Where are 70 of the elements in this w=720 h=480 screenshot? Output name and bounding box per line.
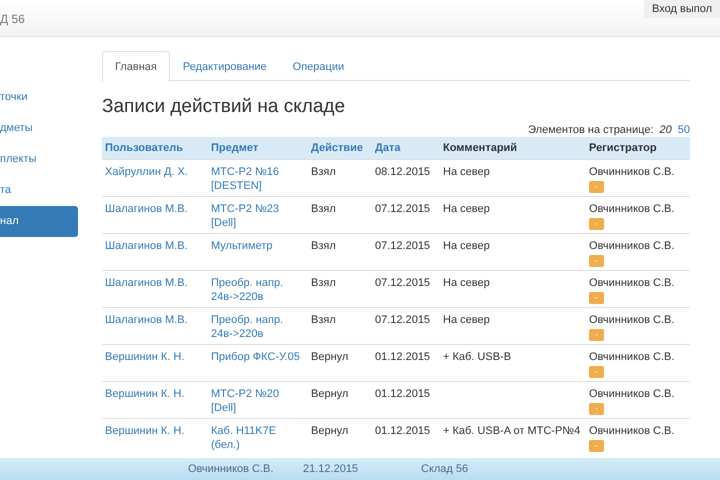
user-link[interactable]: Вершинин К. Н. bbox=[102, 418, 208, 455]
login-button[interactable]: Вход выпол bbox=[644, 0, 720, 18]
page-size-option[interactable]: 20 bbox=[660, 124, 672, 136]
table-cell: Овчинников С.В. bbox=[589, 202, 674, 214]
user-link[interactable]: Шалагинов М.В. bbox=[102, 307, 208, 344]
table-cell: Вернул bbox=[308, 418, 372, 455]
item-link[interactable]: МТС-Р2 №16 [DESTEN] bbox=[208, 159, 308, 196]
table-cell: Взял bbox=[308, 196, 372, 233]
column-header: Комментарий bbox=[440, 137, 586, 159]
table-cell: На север bbox=[443, 240, 490, 252]
tab[interactable]: Операции bbox=[280, 51, 358, 80]
sidebar-item[interactable]: плекты bbox=[0, 144, 78, 175]
table-cell: Взял bbox=[308, 233, 372, 270]
table-cell: Вернул bbox=[308, 381, 372, 418]
table-cell: 01.12.2015 bbox=[372, 418, 440, 455]
item-link[interactable]: Каб. H11K7E (бел.) bbox=[208, 418, 308, 455]
table-cell: 01.12.2015 bbox=[372, 381, 440, 418]
page-heading: Записи действий на складе bbox=[102, 95, 346, 119]
table-cell: Овчинников С.В. bbox=[589, 166, 674, 178]
table-cell: + Каб. USB-B bbox=[443, 350, 512, 362]
table-cell: Овчинников С.В. bbox=[589, 388, 674, 400]
table-cell: Взял bbox=[308, 159, 372, 196]
table-cell: Овчинников С.В. bbox=[589, 350, 674, 362]
sort-header[interactable]: Предмет bbox=[208, 137, 308, 159]
table-cell: Овчинников С.В. bbox=[589, 240, 674, 252]
brand-title[interactable]: Д 56 bbox=[0, 10, 25, 28]
item-link[interactable]: Прибор ФКС-У.05 bbox=[208, 344, 308, 381]
table-cell: 07.12.2015 bbox=[372, 196, 440, 233]
table-cell: Взял bbox=[308, 307, 372, 344]
table-cell: 01.12.2015 bbox=[372, 344, 440, 381]
sort-header[interactable]: Действие bbox=[308, 137, 372, 159]
user-link[interactable]: Шалагинов М.В. bbox=[102, 233, 208, 270]
table-cell: Вернул bbox=[308, 344, 372, 381]
page-size-option[interactable]: 50 bbox=[678, 124, 690, 136]
table-cell: Взял bbox=[308, 270, 372, 307]
table-cell: На север bbox=[443, 202, 490, 214]
sidebar-item[interactable]: дметы bbox=[0, 113, 78, 144]
table-cell: Овчинников С.В. bbox=[589, 276, 674, 288]
user-link[interactable]: Хайруллин Д. Х. bbox=[102, 159, 208, 196]
footer-warehouse: Склад 56 bbox=[421, 462, 468, 477]
tab[interactable]: Редактирование bbox=[170, 51, 280, 80]
user-link[interactable]: Вершинин К. Н. bbox=[102, 381, 208, 418]
footer-date: 21.12.2015 bbox=[303, 462, 360, 477]
item-link[interactable]: МТС-Р2 №20 [Dell] bbox=[208, 381, 308, 418]
user-link[interactable]: Шалагинов М.В. bbox=[102, 270, 208, 307]
sidebar-item[interactable]: нал bbox=[0, 206, 78, 237]
sidebar-item[interactable]: та bbox=[0, 175, 78, 206]
item-link[interactable]: Преобр. напр. 24в->220в bbox=[208, 270, 308, 307]
sort-header[interactable]: Дата bbox=[372, 137, 440, 159]
table-cell: На север bbox=[443, 314, 490, 326]
sort-header[interactable]: Пользователь bbox=[102, 137, 208, 159]
table-cell: 08.12.2015 bbox=[372, 159, 440, 196]
tab[interactable]: Главная bbox=[102, 51, 170, 82]
page-size-label: Элементов на странице: bbox=[528, 124, 654, 136]
item-link[interactable]: Преобр. напр. 24в->220в bbox=[208, 307, 308, 344]
item-link[interactable]: МТС-Р2 №23 [Dell] bbox=[208, 196, 308, 233]
table-cell: Овчинников С.В. bbox=[589, 314, 674, 326]
user-link[interactable]: Шалагинов М.В. bbox=[102, 196, 208, 233]
user-link[interactable]: Вершинин К. Н. bbox=[102, 344, 208, 381]
table-cell: На север bbox=[443, 276, 490, 288]
sidebar-item[interactable]: точки bbox=[0, 82, 78, 113]
footer-user: Овчинников С.В. bbox=[188, 462, 274, 477]
table-cell: + Каб. USB-A от МТС-Р№4 bbox=[443, 424, 580, 436]
table-cell: 07.12.2015 bbox=[372, 270, 440, 307]
item-link[interactable]: Мультиметр bbox=[208, 233, 308, 270]
table-cell: На север bbox=[443, 166, 490, 178]
column-header: Регистратор bbox=[586, 137, 690, 159]
table-cell: 07.12.2015 bbox=[372, 307, 440, 344]
table-cell: Овчинников С.В. bbox=[589, 424, 674, 436]
table-cell: 07.12.2015 bbox=[372, 233, 440, 270]
